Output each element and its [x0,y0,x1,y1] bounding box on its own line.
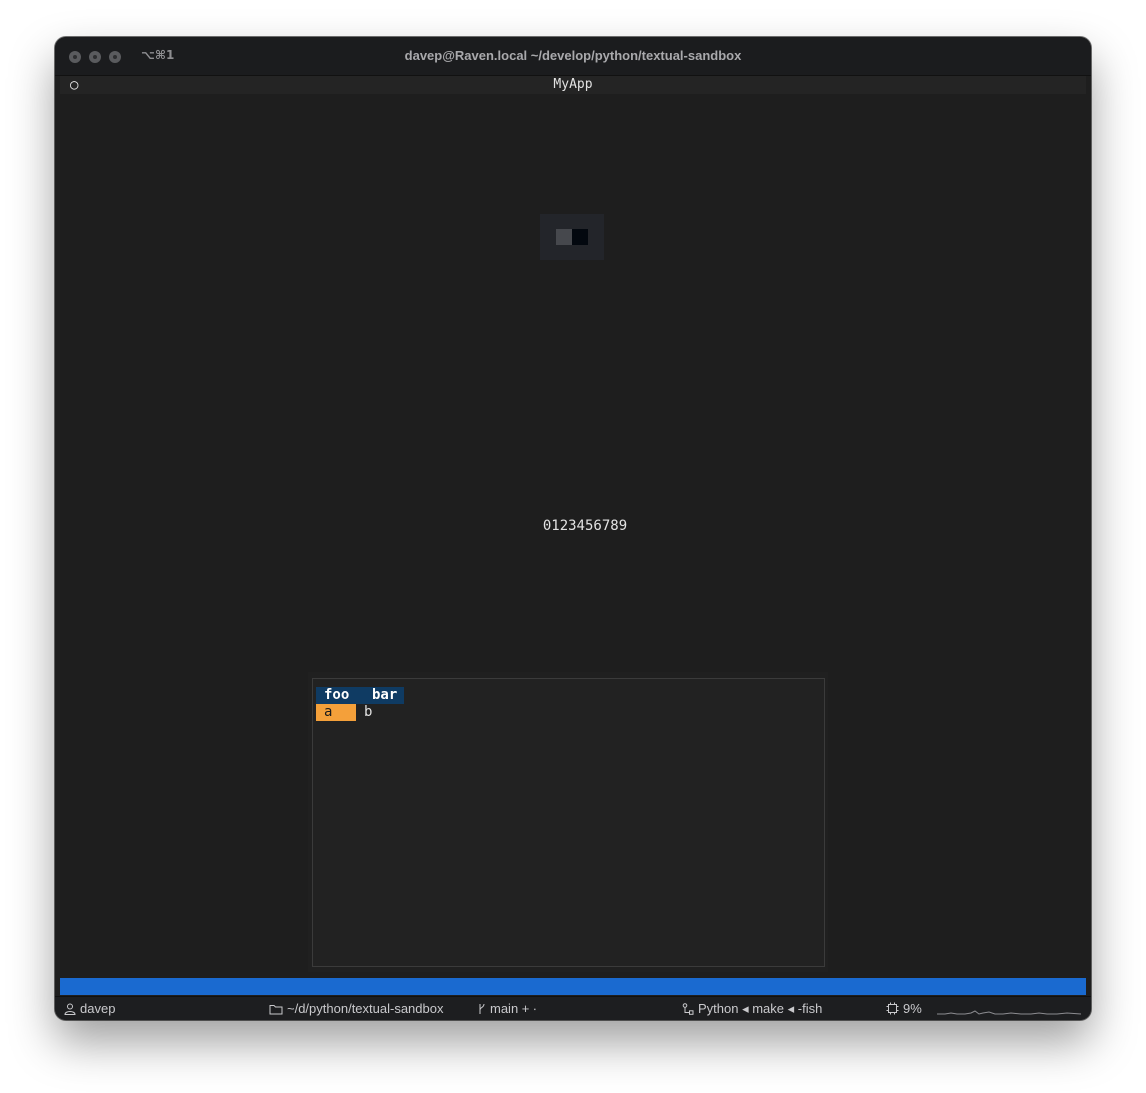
cpu-sparkline [937,1010,1081,1015]
dark-block [572,229,588,245]
table-cell-selected[interactable]: a [316,704,356,721]
table-grid: foo bar a b [316,687,404,721]
folder-icon [269,1004,283,1014]
process-tree-icon [682,1003,694,1015]
color-block-widget [540,214,604,260]
table-cell[interactable]: b [356,704,396,721]
window-title: davep@Raven.local ~/develop/python/textu… [404,48,742,63]
data-table-panel: foo bar a b [308,672,828,972]
table-row[interactable]: a b [316,704,404,721]
git-branch-label: main + ∙ [490,1001,537,1016]
status-process: Python ◂ make ◂ -fish [682,1001,822,1017]
terminal-window: ⌥⌘1 davep@Raven.local ~/develop/python/t… [55,37,1091,1020]
terminal-content[interactable]: ○ MyApp 0123456789 foo bar a b [60,76,1086,996]
digits-label: 0123456789 [542,518,628,534]
status-user: davep [64,1001,115,1016]
gray-block [556,229,572,245]
git-branch-icon [479,1003,485,1014]
app-title: MyApp [553,77,593,92]
column-header-bar[interactable]: bar [364,687,404,704]
app-header: ○ MyApp [60,76,1086,94]
status-cpu: 9% [886,1001,922,1016]
column-header-foo[interactable]: foo [316,687,364,704]
table-header-row: foo bar [316,687,404,704]
app-footer-bar [60,978,1086,995]
status-directory[interactable]: ~/d/python/textual-sandbox [269,1001,443,1016]
status-git-branch[interactable]: main + ∙ [478,1001,537,1016]
user-icon [64,1003,76,1015]
terminal-status-bar: davep ~/d/python/textual-sandbox main + … [55,996,1091,1020]
user-name: davep [80,1001,116,1016]
title-bar: ⌥⌘1 davep@Raven.local ~/develop/python/t… [55,37,1091,76]
process-chain: Python ◂ make ◂ -fish [698,1001,823,1016]
cpu-usage: 9% [903,1001,922,1016]
data-table[interactable]: foo bar a b [312,678,825,967]
cpu-icon [886,1002,899,1015]
directory-path: ~/d/python/textual-sandbox [287,1001,444,1016]
